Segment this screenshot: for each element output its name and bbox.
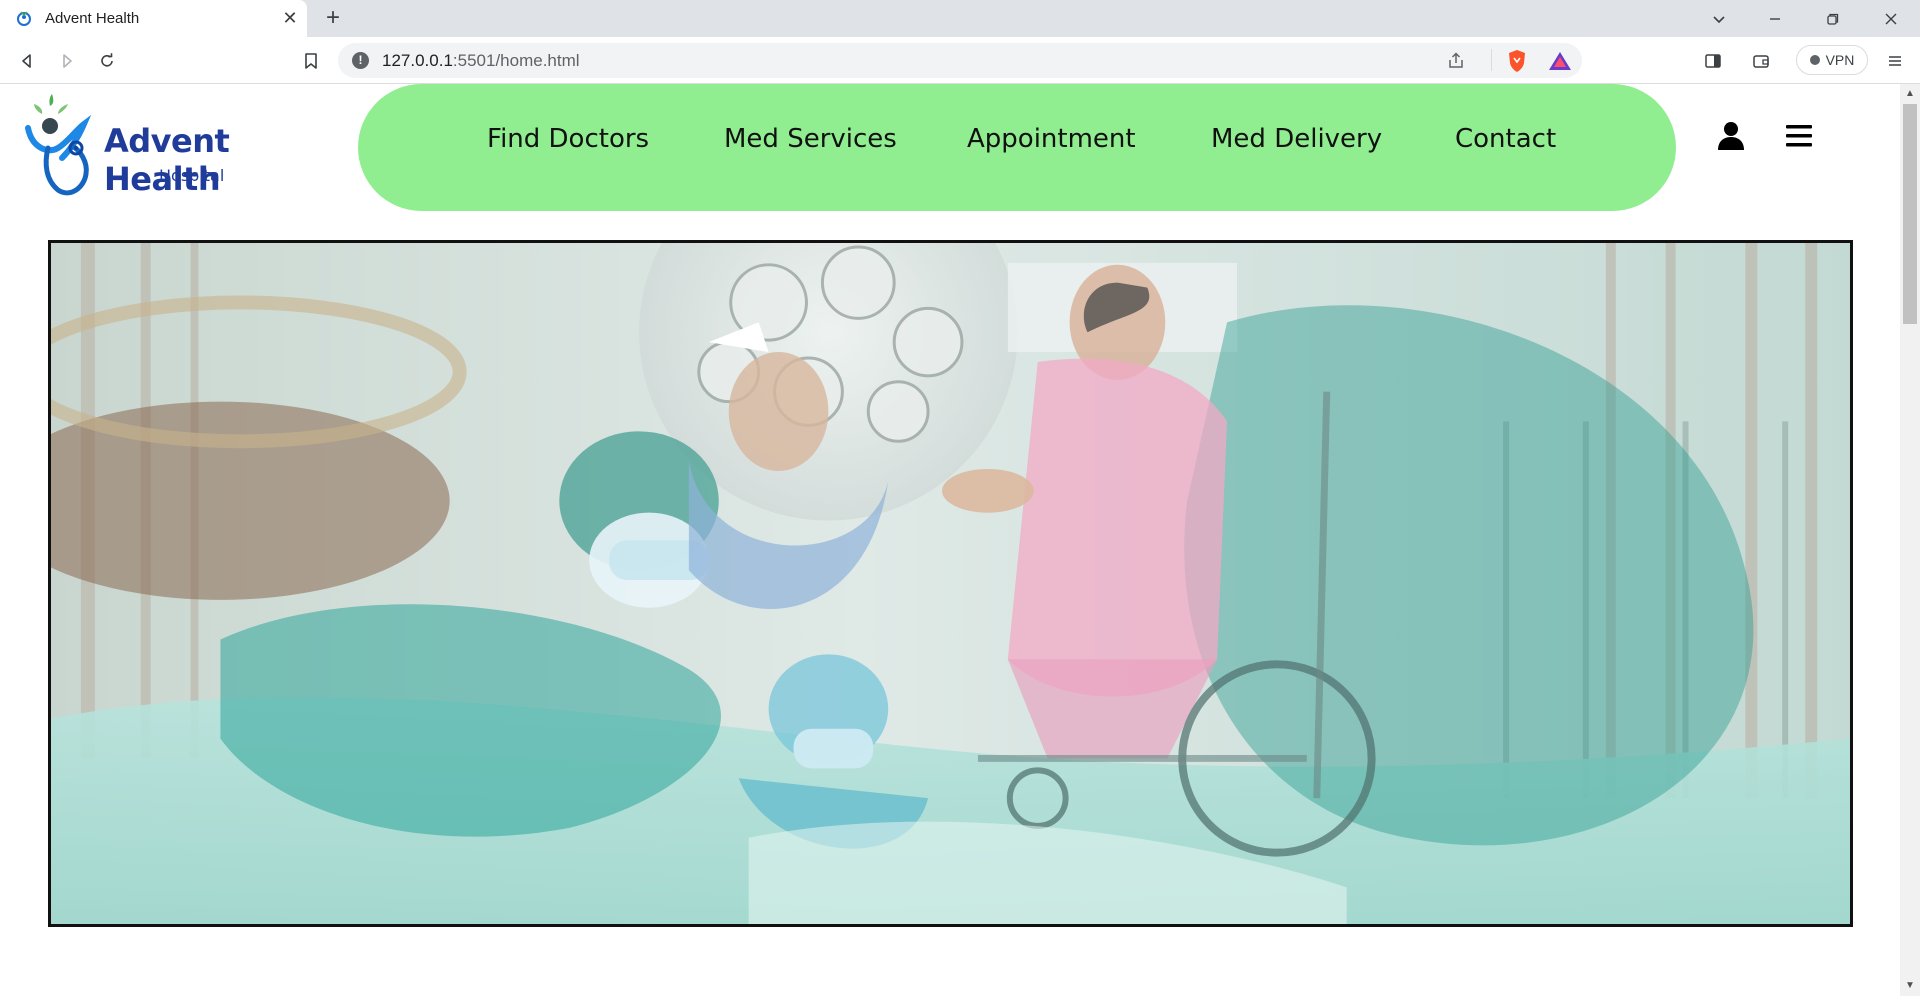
- close-tab-icon[interactable]: ✕: [280, 8, 300, 28]
- scroll-down-arrow-icon[interactable]: ▼: [1903, 979, 1917, 993]
- reload-icon[interactable]: [94, 48, 120, 74]
- page-viewport: Advent Health Hospital Find Doctors Med …: [0, 84, 1900, 996]
- nav-contact[interactable]: Contact: [1455, 124, 1556, 154]
- nav-med-delivery[interactable]: Med Delivery: [1211, 124, 1382, 154]
- close-window-button[interactable]: [1878, 6, 1904, 32]
- brand-name: Advent Health: [104, 122, 230, 198]
- new-tab-button[interactable]: +: [320, 6, 346, 32]
- nav-find-doctors[interactable]: Find Doctors: [487, 124, 649, 154]
- nav-med-services[interactable]: Med Services: [724, 124, 897, 154]
- tab-search-chevron-icon[interactable]: [1706, 6, 1732, 32]
- address-bar[interactable]: ! 127.0.0.1:5501/home.html: [338, 43, 1582, 78]
- url-host: 127.0.0.1: [382, 51, 453, 70]
- browser-tabstrip: Advent Health ✕ +: [0, 0, 1920, 37]
- scrollbar-thumb[interactable]: [1903, 104, 1917, 324]
- nav-appointment[interactable]: Appointment: [967, 124, 1136, 154]
- main-navbar: Find Doctors Med Services Appointment Me…: [358, 84, 1676, 211]
- url-path: :5501/home.html: [452, 51, 580, 70]
- browser-toolbar: ! 127.0.0.1:5501/home.html VPN: [0, 37, 1920, 84]
- page-scrollbar[interactable]: ▲ ▼: [1900, 84, 1920, 996]
- share-icon[interactable]: [1446, 51, 1466, 76]
- site-info-icon[interactable]: !: [352, 52, 369, 69]
- sidebar-toggle-icon[interactable]: [1700, 48, 1726, 74]
- omnibox-divider: [1491, 49, 1492, 71]
- restore-window-button[interactable]: [1820, 6, 1846, 32]
- minimize-window-button[interactable]: [1762, 6, 1788, 32]
- brand-subtitle: Hospital: [159, 166, 225, 185]
- back-arrow-icon[interactable]: [14, 48, 40, 74]
- tab-title: Advent Health: [45, 10, 140, 27]
- address-url[interactable]: 127.0.0.1:5501/home.html: [382, 51, 580, 71]
- hero-banner-image: [48, 240, 1853, 927]
- scroll-up-arrow-icon[interactable]: ▲: [1903, 87, 1917, 101]
- vpn-status-dot: [1809, 55, 1820, 65]
- site-logo[interactable]: Advent Health Hospital: [18, 88, 308, 198]
- hamburger-menu-icon[interactable]: [1784, 124, 1814, 148]
- browser-tab-active[interactable]: Advent Health ✕: [0, 0, 307, 37]
- browser-menu-icon[interactable]: [1882, 48, 1908, 74]
- hero-collage-illustration: [51, 243, 1850, 924]
- vpn-button[interactable]: VPN: [1796, 45, 1868, 75]
- brave-shield-icon[interactable]: [1506, 49, 1528, 78]
- wallet-icon[interactable]: [1748, 48, 1774, 74]
- advent-health-favicon: [17, 11, 31, 26]
- brave-rewards-icon[interactable]: [1548, 51, 1572, 76]
- bookmark-icon[interactable]: [298, 48, 324, 74]
- advent-health-logo-icon: [25, 94, 92, 196]
- user-icon[interactable]: [1716, 121, 1746, 151]
- vpn-label: VPN: [1825, 52, 1855, 68]
- forward-arrow-icon[interactable]: [54, 48, 80, 74]
